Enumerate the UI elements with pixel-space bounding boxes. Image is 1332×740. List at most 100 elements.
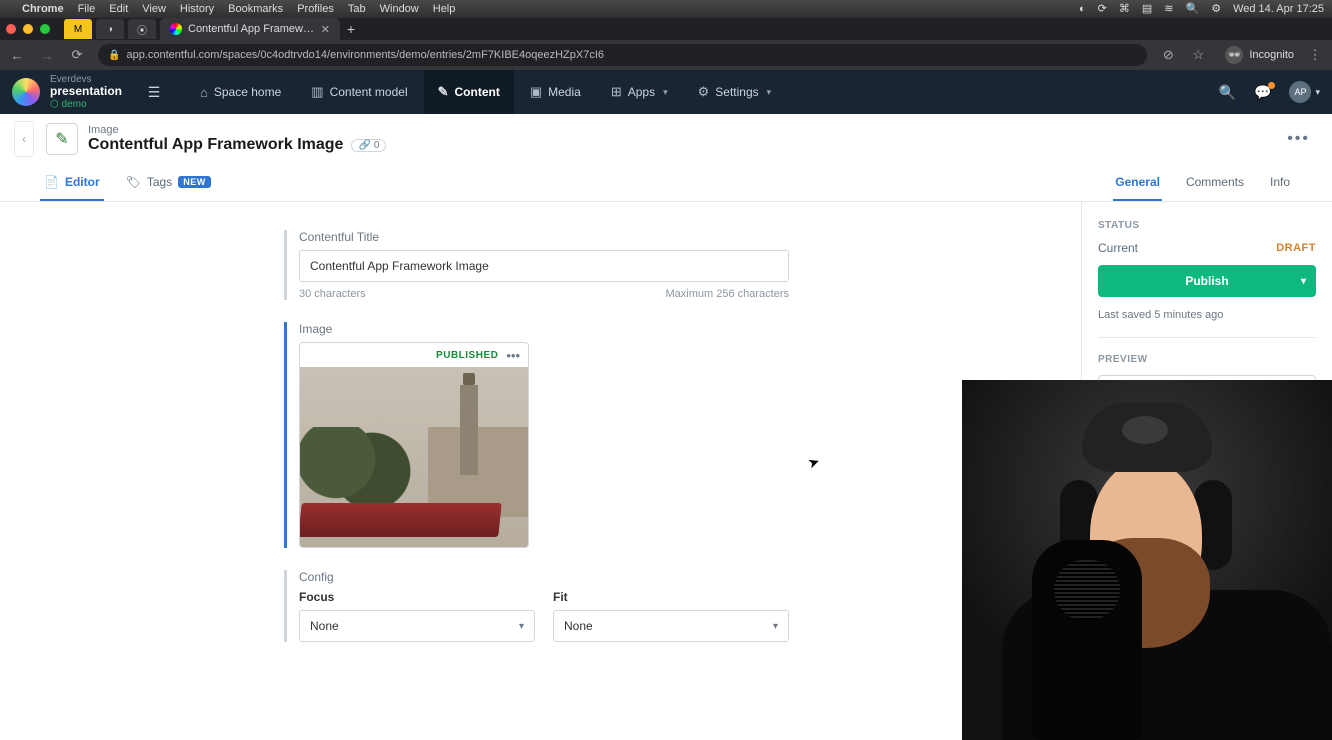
entry-actions-menu[interactable]: ••• xyxy=(1279,126,1318,152)
nav-settings[interactable]: ⚙Settings▾ xyxy=(684,70,786,114)
nav-reload-icon[interactable]: ⟳ xyxy=(68,47,86,63)
nav-content[interactable]: ✎Content xyxy=(424,70,514,114)
tab-editor[interactable]: 📄Editor xyxy=(40,165,104,201)
window-close-icon[interactable] xyxy=(6,24,16,34)
window-controls xyxy=(6,24,50,34)
status-badge: DRAFT xyxy=(1276,242,1316,254)
back-button[interactable]: ‹ xyxy=(14,121,34,157)
webcam-overlay xyxy=(962,380,1332,740)
notification-dot-icon xyxy=(1268,82,1275,89)
nav-space-home[interactable]: ⌂Space home xyxy=(186,70,295,114)
editor-icon: 📄 xyxy=(44,175,59,189)
bookmark-star-icon[interactable]: ☆ xyxy=(1189,47,1207,63)
chevron-down-icon: ▾ xyxy=(1315,87,1320,98)
menubar-wifi-icon[interactable]: ≋ xyxy=(1164,2,1173,15)
entry-tabs: 📄Editor 🏷TagsNEW General Comments Info xyxy=(0,164,1332,202)
asset-card[interactable]: PUBLISHED ••• xyxy=(299,342,529,548)
menubar-search-icon[interactable]: 🔍 xyxy=(1186,2,1200,15)
url-text: app.contentful.com/spaces/0c4odtrvdo14/e… xyxy=(126,49,604,61)
tab-general[interactable]: General xyxy=(1113,165,1162,201)
publish-button[interactable]: Publish ▾ xyxy=(1098,265,1316,297)
field-label: Config xyxy=(299,570,804,584)
nav-apps[interactable]: ⊞Apps▾ xyxy=(597,70,682,114)
gear-icon: ⚙ xyxy=(698,84,710,100)
menubar-clock[interactable]: Wed 14. Apr 17:25 xyxy=(1233,3,1324,15)
pinned-tab[interactable]: M xyxy=(64,19,92,39)
incognito-indicator[interactable]: 🕶 Incognito xyxy=(1225,46,1294,64)
chevron-down-icon: ▾ xyxy=(1301,276,1306,287)
nav-back-icon[interactable]: ← xyxy=(8,48,26,63)
chevron-down-icon: ▾ xyxy=(519,621,524,632)
asset-thumbnail xyxy=(300,367,528,547)
menubar-tab[interactable]: Tab xyxy=(348,3,366,15)
menubar-file[interactable]: File xyxy=(78,3,96,15)
browser-tabstrip: M ◑ ⦿ Contentful App Framework Im… ✕ + xyxy=(0,18,1332,40)
menubar-app[interactable]: Chrome xyxy=(22,3,64,15)
field-label: Contentful Title xyxy=(299,230,804,244)
current-label: Current xyxy=(1098,241,1138,255)
media-icon: ▣ xyxy=(530,84,542,100)
fit-select[interactable]: None ▾ xyxy=(553,610,789,642)
chevron-down-icon: ▾ xyxy=(663,87,668,98)
tab-close-icon[interactable]: ✕ xyxy=(321,23,330,36)
field-label: Image xyxy=(299,322,804,336)
menubar-window[interactable]: Window xyxy=(380,3,419,15)
references-badge[interactable]: 🔗0 xyxy=(351,139,386,152)
window-zoom-icon[interactable] xyxy=(40,24,50,34)
entry-header: ‹ ✎ Image Contentful App Framework Image… xyxy=(0,114,1332,164)
tag-icon: 🏷 xyxy=(126,175,141,189)
browser-menu-icon[interactable]: ⋮ xyxy=(1306,47,1324,63)
translate-icon[interactable]: ⊘ xyxy=(1159,47,1177,63)
select-value: None xyxy=(310,619,339,633)
search-icon[interactable]: 🔍 xyxy=(1219,84,1236,101)
menubar-status-icon[interactable]: ◐ xyxy=(1079,3,1086,15)
field-title: Contentful Title 30 characters Maximum 2… xyxy=(284,230,804,300)
sidebar-heading-status: STATUS xyxy=(1098,220,1316,231)
tab-tags[interactable]: 🏷TagsNEW xyxy=(122,165,215,201)
menubar-profiles[interactable]: Profiles xyxy=(297,3,334,15)
menubar-history[interactable]: History xyxy=(180,3,214,15)
tab-comments[interactable]: Comments xyxy=(1184,165,1246,201)
apps-icon: ⊞ xyxy=(611,84,622,100)
new-badge: NEW xyxy=(178,176,211,188)
menubar-view[interactable]: View xyxy=(142,3,166,15)
incognito-label: Incognito xyxy=(1249,49,1294,61)
contentful-logo-icon[interactable] xyxy=(12,78,40,106)
menubar-status-icon[interactable]: ▤ xyxy=(1142,2,1152,15)
model-icon: ▥ xyxy=(311,84,323,100)
space-switcher[interactable]: Everdevs presentation ⬡ demo xyxy=(50,74,122,109)
char-count: 30 characters xyxy=(299,288,366,300)
browser-tab-active[interactable]: Contentful App Framework Im… ✕ xyxy=(160,18,340,40)
user-menu[interactable]: AP ▾ xyxy=(1289,81,1320,103)
focus-select[interactable]: None ▾ xyxy=(299,610,535,642)
new-tab-button[interactable]: + xyxy=(340,18,362,40)
menubar-edit[interactable]: Edit xyxy=(109,3,128,15)
field-config: Config Focus None ▾ Fit None ▾ xyxy=(284,570,804,642)
menubar-status-icon[interactable]: ⌘ xyxy=(1119,2,1130,15)
notifications-icon[interactable]: 💬 xyxy=(1254,84,1271,101)
address-bar[interactable]: 🔒 app.contentful.com/spaces/0c4odtrvdo14… xyxy=(98,44,1147,66)
nav-media[interactable]: ▣Media xyxy=(516,70,595,114)
entry-title: Contentful App Framework Image xyxy=(88,136,343,154)
incognito-icon: 🕶 xyxy=(1225,46,1243,64)
space-name: presentation xyxy=(50,85,122,98)
menubar-status-icon[interactable]: ⟳ xyxy=(1098,2,1107,15)
tab-info[interactable]: Info xyxy=(1268,165,1292,201)
last-saved: Last saved 5 minutes ago xyxy=(1098,309,1316,321)
mac-menubar: Chrome File Edit View History Bookmarks … xyxy=(0,0,1332,18)
nav-content-model[interactable]: ▥Content model xyxy=(297,70,421,114)
focus-label: Focus xyxy=(299,590,535,604)
title-input[interactable] xyxy=(299,250,789,282)
nav-forward-icon[interactable]: → xyxy=(38,48,56,63)
content-type-icon: ✎ xyxy=(46,123,78,155)
sidebar-heading-preview: PREVIEW xyxy=(1098,354,1316,365)
asset-actions-icon[interactable]: ••• xyxy=(506,348,520,363)
tab-favicon-icon xyxy=(170,23,182,35)
space-menu-icon[interactable]: ☰ xyxy=(140,78,168,106)
menubar-bookmarks[interactable]: Bookmarks xyxy=(228,3,283,15)
pinned-tab[interactable]: ◑ xyxy=(96,19,124,39)
menubar-control-center-icon[interactable]: ⚙ xyxy=(1211,2,1221,15)
pinned-tab[interactable]: ⦿ xyxy=(128,19,156,39)
window-minimize-icon[interactable] xyxy=(23,24,33,34)
menubar-help[interactable]: Help xyxy=(433,3,456,15)
